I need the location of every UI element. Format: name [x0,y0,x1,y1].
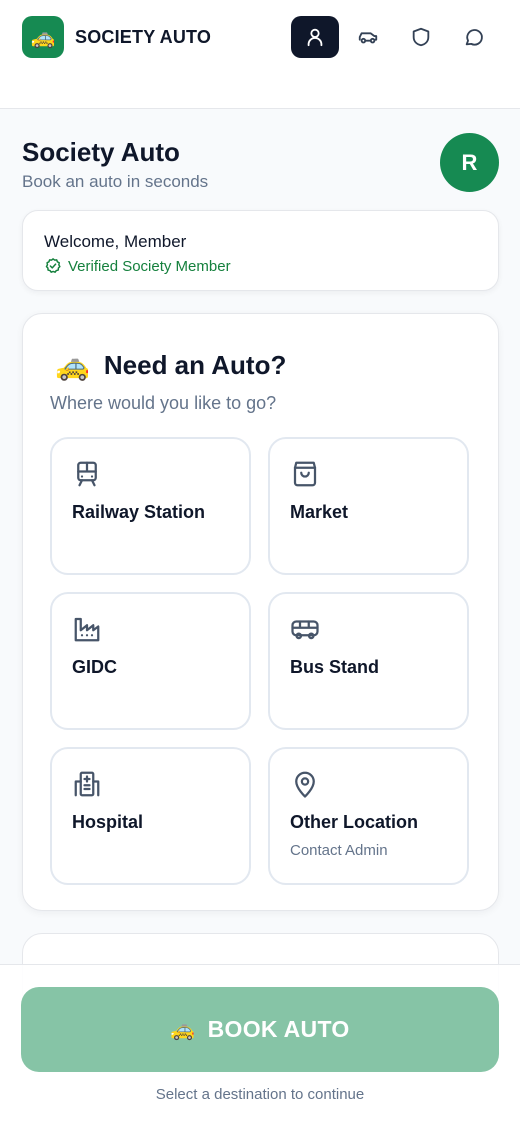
car-icon [358,32,378,44]
top-bar: 🚕 SOCIETY AUTO [0,0,520,109]
destination-label: Other Location [290,812,419,832]
destination-gidc[interactable]: GIDC [50,592,251,730]
destination-label: GIDC [72,657,117,677]
avatar[interactable]: R [440,133,499,192]
footer-hint: Select a destination to continue [155,1086,365,1103]
check-circle-icon [45,258,61,273]
page-title: Society Auto [22,137,180,167]
nav-messages-button[interactable] [450,16,498,58]
logo[interactable]: 🚕 [22,16,64,58]
brand-name: SOCIETY AUTO [75,27,212,47]
page-subtitle: Book an auto in seconds [22,172,209,191]
booking-title: Need an Auto? [103,350,287,380]
bus-icon [291,620,319,640]
destination-sublabel: Contact Admin [290,842,388,859]
destination-label: Hospital [72,812,144,832]
shield-icon [412,27,430,47]
nav-profile-button[interactable] [291,16,339,58]
taxi-icon: 🚕 [170,1019,196,1041]
destination-market[interactable]: Market [268,437,469,575]
hospital-icon [74,771,100,797]
destination-bus-stand[interactable]: Bus Stand [268,592,469,730]
booking-subtitle: Where would you like to go? [50,393,277,413]
verified-label: Verified Society Member [68,257,231,275]
book-auto-button[interactable]: 🚕 BOOK AUTO [21,987,499,1072]
nav-rides-button[interactable] [344,16,392,58]
welcome-greeting: Welcome, Member [44,232,187,251]
taxi-icon: 🚕 [30,26,56,49]
user-icon [307,28,323,47]
destination-label: Railway Station [72,502,206,522]
verified-status: Verified Society Member [44,257,231,275]
destination-hospital[interactable]: Hospital [50,747,251,885]
train-icon [77,461,97,487]
booking-card: 🚕 Need an Auto? Where would you like to … [22,313,499,911]
booking-card-header: 🚕 Need an Auto? [55,350,286,381]
book-auto-label: BOOK AUTO [207,1016,350,1042]
chat-icon [465,29,483,46]
destination-railway-station[interactable]: Railway Station [50,437,251,575]
shopping-bag-icon [293,461,317,487]
factory-icon [74,617,100,642]
destination-label: Market [290,502,349,522]
destination-label: Bus Stand [290,657,380,677]
nav-safety-button[interactable] [397,16,445,58]
destination-other-location[interactable]: Other Location Contact Admin [268,747,469,885]
booking-footer: 🚕 BOOK AUTO Select a destination to cont… [0,964,520,1125]
map-pin-icon [295,771,315,798]
taxi-icon: 🚕 [55,349,90,381]
welcome-card: Welcome, Member Verified Society Member [22,210,499,291]
